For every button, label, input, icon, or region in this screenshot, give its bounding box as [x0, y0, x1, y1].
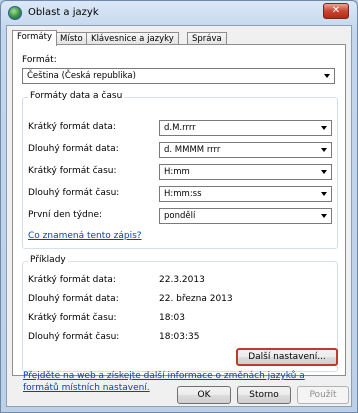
example-long-time-value: 18:03:35	[159, 332, 200, 342]
tab-panel-formaty: Formát: Čeština (Česká republika) Formát…	[12, 44, 346, 393]
chevron-down-icon	[321, 148, 327, 152]
first-day-value: pondělí	[164, 211, 196, 221]
short-time-label: Krátký formát času:	[28, 166, 117, 176]
tab-formaty[interactable]: Formáty	[12, 30, 57, 46]
dialog-client-area: Formáty Místo Klávesnice a jazyky Správa…	[6, 25, 352, 407]
long-time-value: H:mm:ss	[164, 189, 202, 199]
window-title: Oblast a jazyk	[28, 7, 99, 18]
long-date-value: d. MMMM rrrr	[164, 145, 221, 155]
long-time-label: Dlouhý formát času:	[28, 188, 120, 198]
chevron-down-icon	[321, 126, 327, 130]
ok-button[interactable]: OK	[177, 386, 231, 404]
cancel-button[interactable]: Storno	[237, 386, 291, 404]
example-long-date-label: Dlouhý formát data:	[28, 294, 119, 304]
example-short-time-value: 18:03	[159, 313, 185, 323]
format-label: Formát:	[22, 55, 57, 65]
chevron-down-icon	[321, 170, 327, 174]
dialog-window: Oblast a jazyk ✕ Formáty Místo Klávesnic…	[0, 0, 358, 413]
format-select-value: Čeština (Česká republika)	[27, 71, 136, 81]
long-date-label: Dlouhý formát data:	[28, 144, 119, 154]
globe-icon	[8, 6, 22, 20]
short-date-label: Krátký formát data:	[28, 122, 116, 132]
apply-button[interactable]: Použít	[297, 386, 349, 404]
title-bar[interactable]: Oblast a jazyk ✕	[1, 1, 357, 25]
short-date-value: d.M.rrrr	[164, 123, 196, 133]
examples-legend: Příklady	[28, 255, 68, 265]
first-day-label: První den týdne:	[28, 210, 103, 220]
short-time-value: H:mm	[164, 167, 190, 177]
example-short-time-label: Krátký formát času:	[28, 313, 117, 323]
short-time-select[interactable]: H:mm	[159, 164, 332, 180]
more-settings-button[interactable]: Další nastavení...	[236, 348, 338, 366]
example-short-date-value: 22.3.2013	[159, 275, 205, 285]
chevron-down-icon	[324, 74, 330, 78]
short-date-select[interactable]: d.M.rrrr	[159, 120, 332, 136]
chevron-down-icon	[321, 192, 327, 196]
format-select[interactable]: Čeština (Česká republika)	[22, 68, 335, 84]
notation-help-link[interactable]: Co znamená tento zápis?	[28, 231, 142, 241]
long-date-select[interactable]: d. MMMM rrrr	[159, 142, 332, 158]
example-long-date-value: 22. března 2013	[159, 294, 233, 304]
datetime-formats-legend: Formáty data a času	[28, 91, 125, 101]
first-day-select[interactable]: pondělí	[159, 208, 332, 224]
example-long-time-label: Dlouhý formát času:	[28, 332, 120, 342]
long-time-select[interactable]: H:mm:ss	[159, 186, 332, 202]
example-short-date-label: Krátký formát data:	[28, 275, 116, 285]
chevron-down-icon	[321, 214, 327, 218]
close-button[interactable]: ✕	[323, 3, 349, 19]
